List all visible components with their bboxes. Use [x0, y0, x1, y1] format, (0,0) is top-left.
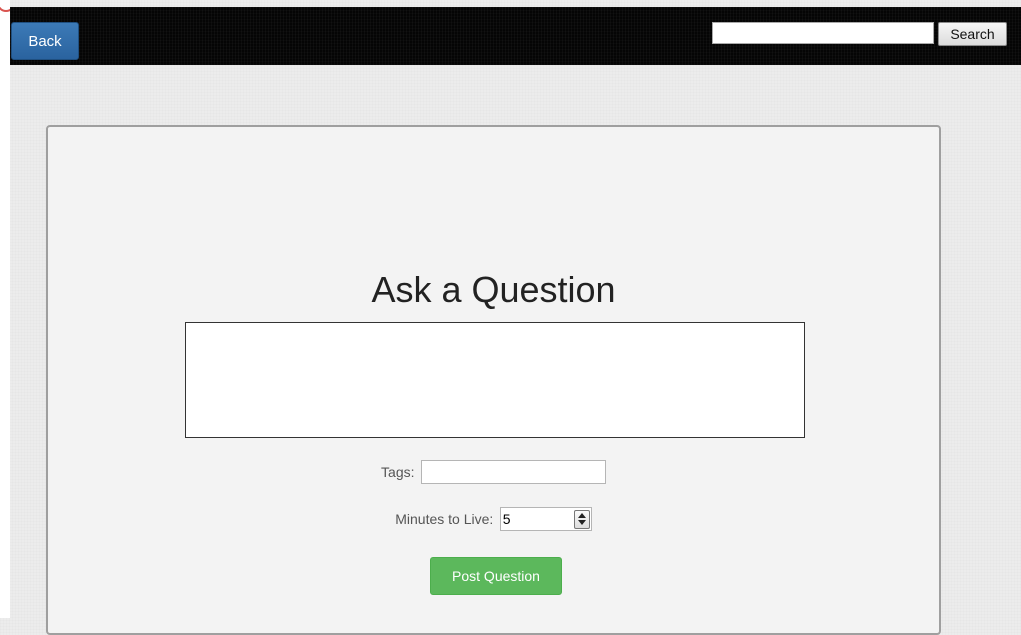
- minutes-input[interactable]: [500, 508, 575, 530]
- question-panel: Ask a Question Tags: Minutes to Live: Po…: [46, 125, 941, 635]
- spin-down-icon[interactable]: [577, 520, 586, 525]
- tags-label: Tags:: [381, 464, 415, 480]
- back-button[interactable]: Back: [11, 22, 79, 60]
- page-title: Ask a Question: [371, 269, 616, 310]
- spin-up-icon[interactable]: [577, 513, 586, 518]
- brand-logo-fragment: ◔ ◔ ◔: [370, 7, 630, 13]
- window-edge: [0, 0, 15, 618]
- search-button[interactable]: Search: [938, 22, 1007, 46]
- spinner-arrows-icon[interactable]: [573, 510, 590, 529]
- minutes-row: Minutes to Live:: [48, 507, 939, 533]
- search-input[interactable]: [712, 22, 934, 44]
- post-question-button[interactable]: Post Question: [430, 557, 562, 595]
- top-navbar: ◔ ◔ ◔ Back Search: [10, 7, 1021, 65]
- tags-row: Tags:: [48, 460, 939, 486]
- tags-input[interactable]: [420, 460, 606, 484]
- minutes-stepper[interactable]: [499, 507, 592, 531]
- minutes-label: Minutes to Live:: [395, 511, 494, 527]
- question-textarea[interactable]: [185, 322, 805, 438]
